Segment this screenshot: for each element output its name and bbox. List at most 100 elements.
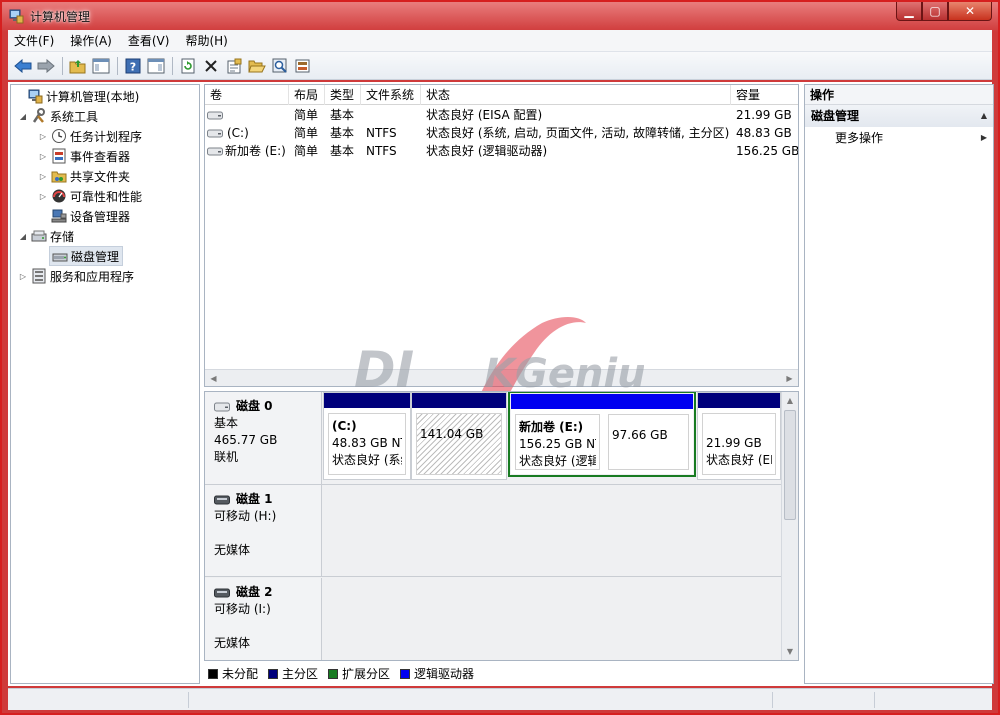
open-folder-icon <box>248 60 266 72</box>
back-button[interactable] <box>12 55 34 77</box>
collapsed-triangle-icon[interactable]: ▷ <box>17 272 29 281</box>
horizontal-scrollbar[interactable]: ◀ ▶ <box>205 369 798 386</box>
collapsed-triangle-icon[interactable]: ▷ <box>37 152 49 161</box>
device-manager-icon <box>51 209 67 223</box>
search-icon <box>272 58 287 73</box>
tree-item-shared-folders[interactable]: ▷ 共享文件夹 <box>37 166 133 186</box>
column-header-layout[interactable]: 布局 <box>289 85 325 105</box>
delete-button[interactable] <box>200 55 222 77</box>
scroll-up-arrow-icon[interactable]: ▲ <box>782 392 798 409</box>
collapsed-triangle-icon[interactable]: ▷ <box>37 172 49 181</box>
scroll-thumb[interactable] <box>784 410 796 520</box>
disk-row-2[interactable]: 磁盘 2 可移动 (I:) 无媒体 <box>205 578 782 660</box>
svg-text:?: ? <box>130 60 136 73</box>
tree-label: 服务和应用程序 <box>50 269 135 284</box>
tree-label: 共享文件夹 <box>70 169 131 184</box>
refresh-button[interactable] <box>177 55 199 77</box>
partition-unallocated[interactable]: 141.04 GB <box>411 392 507 480</box>
menu-view[interactable]: 查看(V) <box>128 32 170 49</box>
open-button[interactable] <box>246 55 268 77</box>
disk-spacer <box>214 525 321 542</box>
section-label: 磁盘管理 <box>811 109 860 123</box>
actions-section-disk-management[interactable]: 磁盘管理 ▲ <box>805 105 993 127</box>
close-button[interactable]: ✕ <box>948 2 992 21</box>
disk-settings-button[interactable] <box>292 55 314 77</box>
tree-item-task-scheduler[interactable]: ▷ 任务计划程序 <box>37 126 145 146</box>
help-button[interactable]: ? <box>122 55 144 77</box>
minimize-button[interactable]: ▁ <box>896 2 922 21</box>
table-row[interactable]: (C:) 简单 基本 NTFS 状态良好 (系统, 启动, 页面文件, 活动, … <box>205 124 798 142</box>
legend-extended: 扩展分区 <box>328 665 390 682</box>
disk-row-0[interactable]: 磁盘 0 基本 465.77 GB 联机 (C:) 48.83 GB NTFS … <box>205 392 782 485</box>
status-cell: 状态良好 (逻辑驱动器) <box>426 144 548 158</box>
tree-item-system-tools[interactable]: ◢ 系统工具 <box>17 106 101 126</box>
column-header-volume[interactable]: 卷 <box>205 85 289 105</box>
partition-legend: 未分配 主分区 扩展分区 逻辑驱动器 <box>204 663 799 684</box>
show-hide-tree-button[interactable] <box>90 55 112 77</box>
partition-size: 48.83 GB NTFS <box>332 436 402 450</box>
partition-logical-free[interactable]: 97.66 GB <box>604 394 693 474</box>
maximize-button[interactable]: ▢ <box>922 2 948 21</box>
column-header-filesystem[interactable]: 文件系统 <box>361 85 421 105</box>
partition-size: 141.04 GB <box>420 427 484 441</box>
column-header-capacity[interactable]: 容量 <box>731 85 798 105</box>
forward-button[interactable] <box>35 55 57 77</box>
more-actions-item[interactable]: 更多操作 ▶ <box>805 127 993 149</box>
tree-item-reliability[interactable]: ▷ 可靠性和性能 <box>37 186 145 206</box>
disk-status: 无媒体 <box>214 636 251 650</box>
status-cell: 状态良好 (系统, 启动, 页面文件, 活动, 故障转储, 主分区) <box>426 126 730 140</box>
column-header-status[interactable]: 状态 <box>421 85 731 105</box>
tree-item-storage[interactable]: ◢ 存储 <box>17 226 77 246</box>
disk-1-label[interactable]: 磁盘 1 可移动 (H:) 无媒体 <box>205 485 322 576</box>
tree-label: 任务计划程序 <box>70 129 143 144</box>
disk-row-1[interactable]: 磁盘 1 可移动 (H:) 无媒体 <box>205 485 782 577</box>
properties-button[interactable] <box>223 55 245 77</box>
status-cell: 状态良好 (EISA 配置) <box>426 108 543 122</box>
tree-item-root[interactable]: 计算机管理(本地) <box>13 86 142 106</box>
layout-cell: 简单 <box>294 144 319 158</box>
expanded-triangle-icon[interactable]: ◢ <box>17 232 29 241</box>
tree-label: 计算机管理(本地) <box>46 89 140 104</box>
partition-c[interactable]: (C:) 48.83 GB NTFS 状态良好 (系统, 启动, 页面文件, 活… <box>323 392 411 480</box>
collapsed-triangle-icon[interactable]: ▷ <box>37 132 49 141</box>
menu-action[interactable]: 操作(A) <box>70 32 112 49</box>
volume-list: 卷 布局 类型 文件系统 状态 容量 简单 基本 状态良好 (EISA 配置) <box>204 84 799 387</box>
up-level-button[interactable] <box>67 55 89 77</box>
disk-2-label[interactable]: 磁盘 2 可移动 (I:) 无媒体 <box>205 578 322 660</box>
help-icon: ? <box>125 58 141 73</box>
partition-e[interactable]: 新加卷 (E:) 156.25 GB NTFS 状态良好 (逻辑驱动器) <box>511 394 604 474</box>
legend-label: 主分区 <box>282 667 319 681</box>
status-separator <box>874 692 875 708</box>
computer-management-window: 计算机管理 ▁ ▢ ✕ 文件(F) 操作(A) 查看(V) 帮助(H) ? 计算… <box>0 0 1000 715</box>
scroll-down-arrow-icon[interactable]: ▼ <box>782 643 798 660</box>
show-hide-action-pane-button[interactable] <box>145 55 167 77</box>
vertical-scrollbar[interactable]: ▲ ▼ <box>781 392 798 660</box>
scroll-right-arrow-icon[interactable]: ▶ <box>781 370 798 386</box>
title-bar[interactable]: 计算机管理 ▁ ▢ ✕ <box>2 2 998 30</box>
expanded-triangle-icon[interactable]: ◢ <box>17 112 29 121</box>
event-viewer-icon <box>52 148 66 164</box>
main-content: 计算机管理(本地) ◢ 系统工具 ▷ 任务计划程序 ▷ 事件查看器 ▷ 共享文件… <box>8 82 994 686</box>
tree-item-services-apps[interactable]: ▷ 服务和应用程序 <box>17 266 137 286</box>
logical-drive-bar <box>604 394 693 409</box>
computer-management-icon <box>9 9 24 24</box>
menu-file[interactable]: 文件(F) <box>14 32 54 49</box>
disk-0-label[interactable]: 磁盘 0 基本 465.77 GB 联机 <box>205 392 322 484</box>
tools-icon <box>32 108 45 123</box>
collapse-up-icon[interactable]: ▲ <box>981 105 987 127</box>
submenu-arrow-icon: ▶ <box>980 133 987 142</box>
scroll-left-arrow-icon[interactable]: ◀ <box>205 370 222 386</box>
partition-eisa[interactable]: 21.99 GB 状态良好 (EISA 配置) <box>697 392 781 480</box>
tree-item-device-manager[interactable]: 设备管理器 <box>49 206 133 226</box>
disk-name-text: 磁盘 0 <box>236 399 273 413</box>
table-row[interactable]: 新加卷 (E:) 简单 基本 NTFS 状态良好 (逻辑驱动器) 156.25 … <box>205 142 798 160</box>
partition-body: 97.66 GB <box>608 414 689 470</box>
collapsed-triangle-icon[interactable]: ▷ <box>37 192 49 201</box>
menu-help[interactable]: 帮助(H) <box>185 32 227 49</box>
column-header-type[interactable]: 类型 <box>325 85 361 105</box>
tree-item-disk-management[interactable]: 磁盘管理 <box>49 246 124 266</box>
table-row[interactable]: 简单 基本 状态良好 (EISA 配置) 21.99 GB <box>205 106 798 124</box>
actions-header: 操作 <box>805 85 993 105</box>
tree-item-event-viewer[interactable]: ▷ 事件查看器 <box>37 146 133 166</box>
search-button[interactable] <box>269 55 291 77</box>
